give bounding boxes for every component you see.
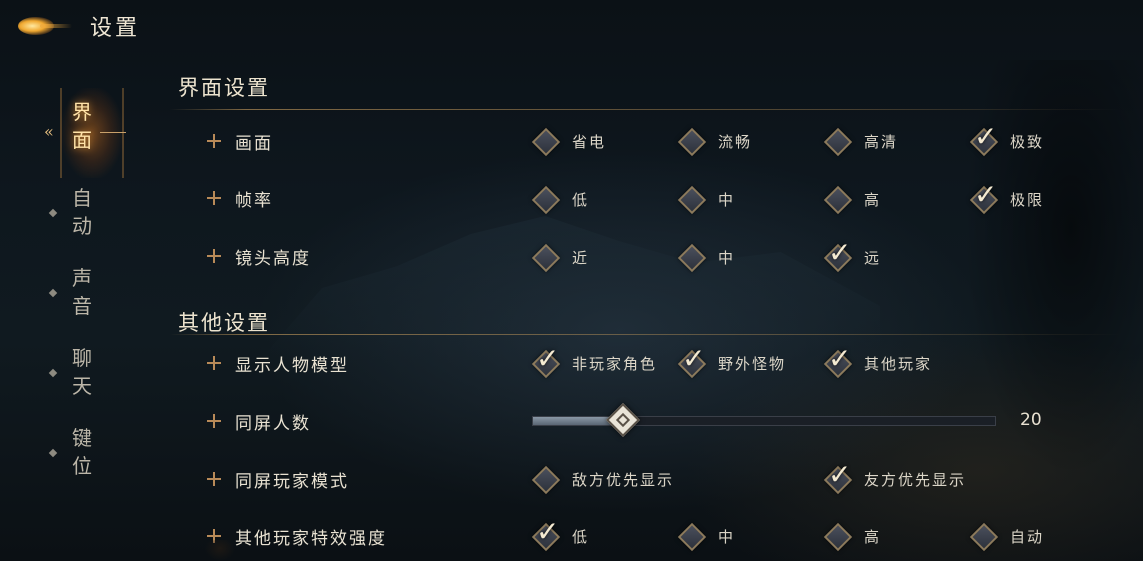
- cross-bullet-icon: [207, 414, 221, 428]
- diamond-checkbox-checked-icon: ✓: [677, 342, 707, 379]
- slider-knob-icon[interactable]: [606, 403, 640, 437]
- diamond-bullet-icon: [48, 208, 58, 218]
- active-line: [100, 132, 126, 133]
- option-quality-power-save[interactable]: 省电: [531, 126, 606, 157]
- option-camera-far[interactable]: ✓ 远: [823, 236, 881, 273]
- row-label-models: 显示人物模型: [207, 350, 349, 376]
- option-framerate-mid[interactable]: 中: [677, 184, 735, 215]
- option-framerate-high[interactable]: 高: [823, 184, 881, 215]
- option-framerate-low[interactable]: 低: [531, 184, 589, 215]
- diamond-checkbox-icon: [531, 243, 561, 273]
- player-count-slider[interactable]: [532, 403, 996, 437]
- cross-bullet-icon: [207, 191, 221, 205]
- row-label-count: 同屏人数: [207, 408, 311, 434]
- option-models-monsters[interactable]: ✓ 野外怪物: [677, 342, 786, 379]
- diamond-checkbox-icon: [531, 127, 561, 157]
- nav-item-chat[interactable]: 聊天: [40, 334, 130, 414]
- nav-item-label: 界面: [72, 100, 92, 152]
- option-effects-high[interactable]: 高: [823, 521, 881, 552]
- nav-item-label: 自动: [72, 186, 92, 238]
- option-mode-ally-first[interactable]: ✓ 友方优先显示: [823, 458, 966, 495]
- diamond-checkbox-icon: [969, 522, 999, 552]
- row-label-camera: 镜头高度: [207, 243, 311, 269]
- cross-bullet-icon: [207, 249, 221, 263]
- section-divider: [170, 334, 1120, 335]
- diamond-checkbox-checked-icon: ✓: [823, 342, 853, 379]
- diamond-checkbox-checked-icon: ✓: [823, 236, 853, 273]
- slider-value: 20: [1020, 410, 1042, 430]
- diamond-bullet-icon: [48, 448, 58, 458]
- diamond-checkbox-checked-icon: ✓: [969, 120, 999, 157]
- nav-item-sound[interactable]: 声音: [40, 254, 130, 334]
- nav-active-highlight: [60, 88, 124, 178]
- diamond-checkbox-icon: [823, 127, 853, 157]
- cross-bullet-icon: [207, 472, 221, 486]
- option-framerate-max[interactable]: ✓ 极限: [969, 178, 1044, 215]
- diamond-checkbox-checked-icon: ✓: [823, 458, 853, 495]
- diamond-checkbox-checked-icon: ✓: [969, 178, 999, 215]
- diamond-checkbox-checked-icon: ✓: [531, 342, 561, 379]
- golden-flame-icon[interactable]: [10, 8, 72, 44]
- option-quality-ultra[interactable]: ✓ 极致: [969, 120, 1044, 157]
- nav-item-keybind[interactable]: 键位: [40, 414, 130, 494]
- cross-bullet-icon: [207, 356, 221, 370]
- option-effects-low[interactable]: ✓ 低: [531, 515, 589, 552]
- option-models-npc[interactable]: ✓ 非玩家角色: [531, 342, 657, 379]
- diamond-checkbox-icon: [677, 127, 707, 157]
- cross-bullet-icon: [207, 134, 221, 148]
- section-title-other: 其他设置: [178, 311, 270, 335]
- row-label-mode: 同屏玩家模式: [207, 466, 349, 492]
- diamond-checkbox-icon: [677, 522, 707, 552]
- character-silhouette: [205, 540, 235, 561]
- diamond-checkbox-icon: [531, 465, 561, 495]
- header: 设置: [10, 6, 140, 46]
- option-models-players[interactable]: ✓ 其他玩家: [823, 342, 932, 379]
- nav-item-auto[interactable]: 自动: [40, 174, 130, 254]
- page-title: 设置: [90, 16, 141, 41]
- option-effects-mid[interactable]: 中: [677, 521, 735, 552]
- section-title-interface: 界面设置: [178, 76, 270, 100]
- option-effects-auto[interactable]: 自动: [969, 521, 1044, 552]
- section-divider: [170, 109, 1120, 110]
- option-camera-near[interactable]: 近: [531, 242, 589, 273]
- nav-item-interface[interactable]: « 界面: [40, 88, 130, 178]
- diamond-checkbox-icon: [677, 243, 707, 273]
- row-label-framerate: 帧率: [207, 185, 273, 211]
- option-quality-smooth[interactable]: 流畅: [677, 126, 752, 157]
- row-label-quality: 画面: [207, 128, 273, 154]
- option-camera-mid[interactable]: 中: [677, 242, 735, 273]
- diamond-checkbox-icon: [823, 522, 853, 552]
- diamond-bullet-icon: [48, 368, 58, 378]
- nav-item-label: 聊天: [72, 346, 92, 398]
- diamond-checkbox-icon: [677, 185, 707, 215]
- nav-item-label: 声音: [72, 266, 92, 318]
- option-mode-enemy-first[interactable]: 敌方优先显示: [531, 464, 674, 495]
- diamond-checkbox-icon: [531, 185, 561, 215]
- diamond-checkbox-checked-icon: ✓: [531, 515, 561, 552]
- option-quality-hd[interactable]: 高清: [823, 126, 898, 157]
- diamond-bullet-icon: [48, 288, 58, 298]
- active-arrow-icon: «: [44, 122, 54, 141]
- nav-item-label: 键位: [72, 426, 92, 478]
- diamond-checkbox-icon: [823, 185, 853, 215]
